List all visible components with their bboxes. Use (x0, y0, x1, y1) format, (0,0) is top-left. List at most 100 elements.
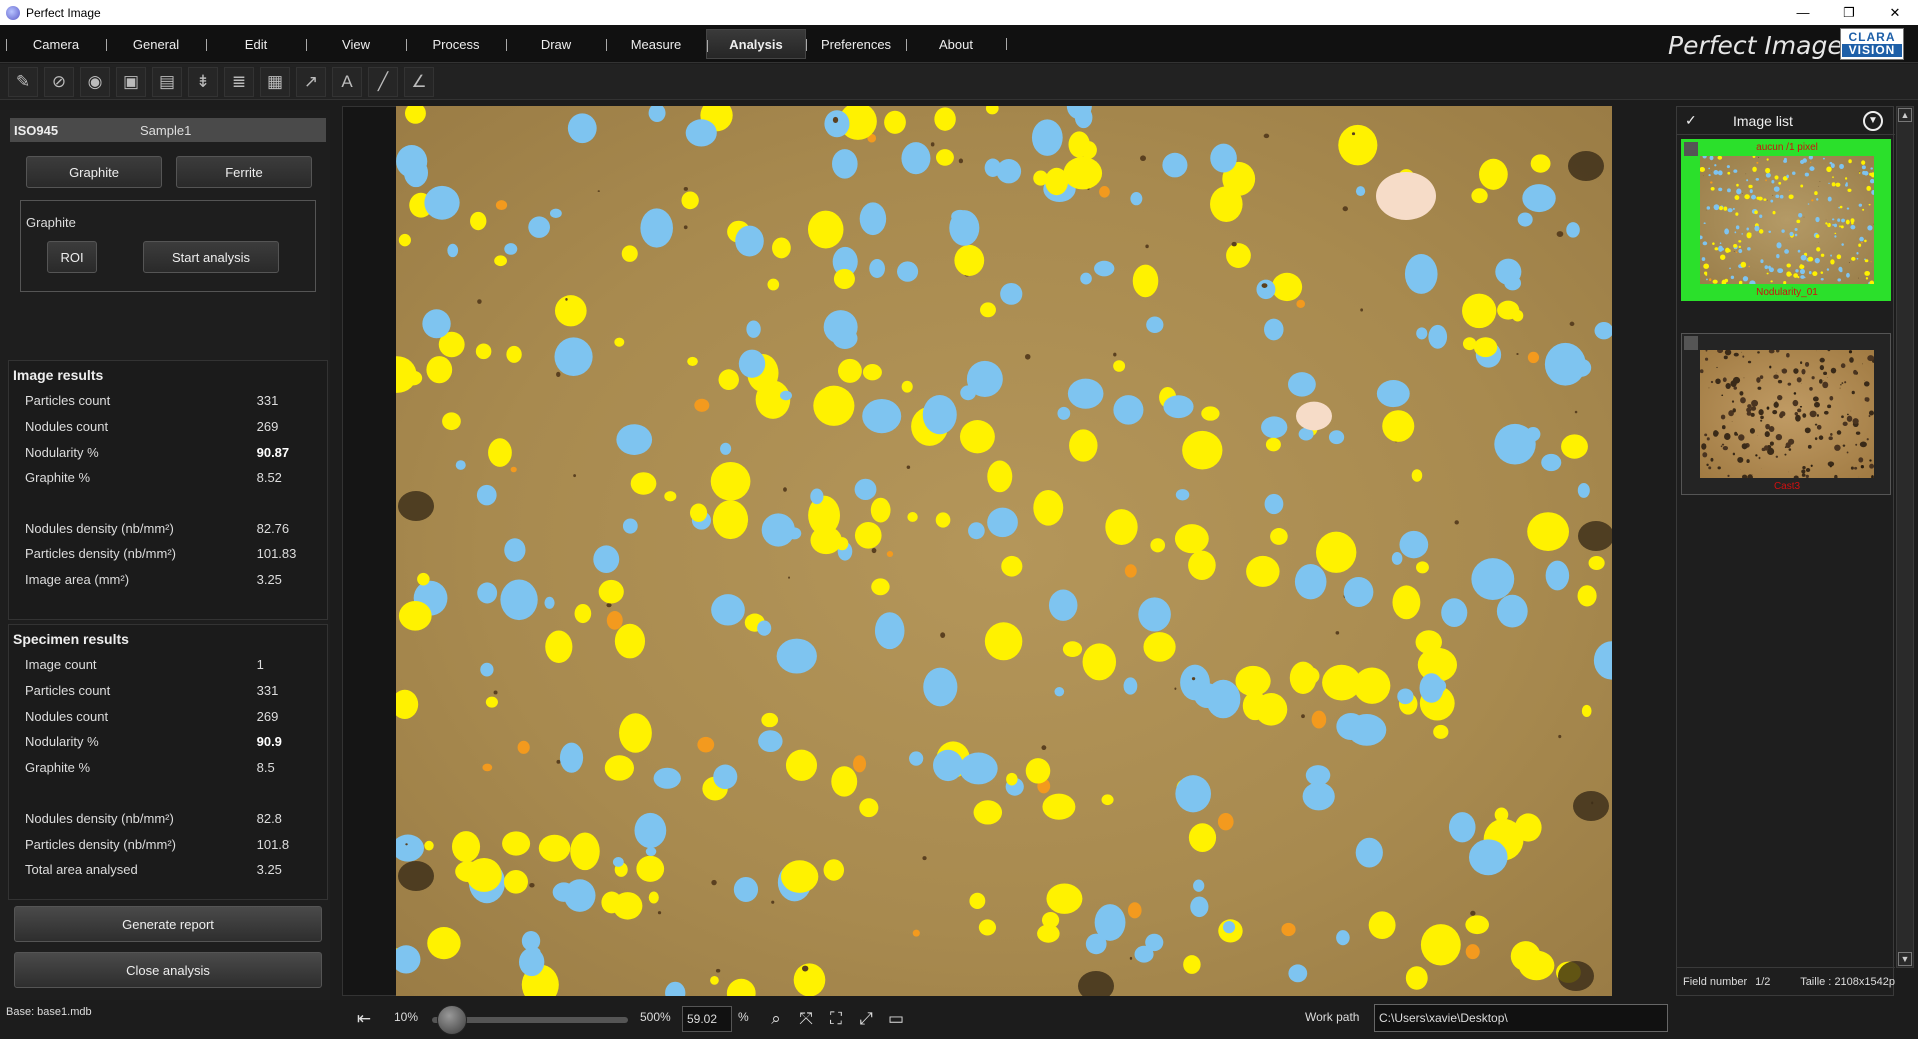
text-icon[interactable]: A (332, 66, 362, 97)
particle (1399, 530, 1429, 559)
start-analysis-button[interactable]: Start analysis (143, 241, 279, 273)
particle (1188, 823, 1217, 852)
particle (712, 500, 749, 540)
camera-icon[interactable]: ◉ (80, 66, 110, 97)
image-list-scrollbar[interactable]: ▲ ▼ (1896, 106, 1914, 968)
generate-report-button[interactable]: Generate report (14, 906, 322, 942)
close-analysis-button[interactable]: Close analysis (14, 952, 322, 988)
particle (1080, 272, 1092, 285)
menu-general[interactable]: General (106, 29, 206, 59)
particle (1862, 208, 1865, 211)
scroll-up-icon[interactable]: ▲ (1898, 108, 1912, 122)
arrow-icon[interactable]: ↗ (296, 66, 326, 97)
specimen-results-section: Specimen results Image count 1 Particles c… (8, 624, 328, 900)
particle (767, 278, 780, 291)
menu-preferences[interactable]: Preferences (806, 29, 906, 59)
result-label: Graphite % (25, 470, 91, 485)
menu-draw[interactable]: Draw (506, 29, 606, 59)
graphite-button[interactable]: Graphite (26, 156, 162, 188)
zoom-input[interactable] (682, 1006, 732, 1032)
particle (1774, 175, 1779, 180)
particle (959, 752, 998, 785)
particle (1724, 350, 1732, 356)
chevron-down-icon[interactable]: ▼ (1863, 110, 1883, 131)
particle (538, 834, 571, 862)
layers-icon[interactable]: ⇟ (188, 66, 218, 97)
stack-icon[interactable]: ≣ (224, 66, 254, 97)
particle (959, 420, 995, 454)
edit-icon[interactable]: ✎ (8, 66, 38, 97)
menu-view[interactable]: View (306, 29, 406, 59)
work-path-input[interactable] (1374, 1004, 1668, 1032)
line-icon[interactable]: ╱ (368, 66, 398, 97)
particle (1766, 406, 1770, 410)
close-window-button[interactable]: ✕ (1872, 0, 1918, 25)
image-results-section: Image results Particles count 331 Nodules … (8, 360, 328, 620)
particle (1846, 451, 1849, 454)
fit-image-icon[interactable]: ⤧ (794, 1006, 818, 1032)
menu-edit[interactable]: Edit (206, 29, 306, 59)
zoom-in-icon[interactable]: ⌕ (764, 1006, 788, 1032)
particle (1797, 249, 1801, 253)
particle (1301, 714, 1305, 719)
thumbnail-nodularity-01[interactable]: aucun /1 pixel Nodularity_01 (1681, 139, 1891, 301)
particle (1578, 521, 1612, 551)
result-value: 8.52 (256, 470, 282, 485)
particle (1850, 466, 1854, 470)
particle (1709, 156, 1714, 161)
camera-off-icon[interactable]: ⊘ (44, 66, 74, 97)
thumbnail-cast3[interactable]: Cast3 (1681, 333, 1891, 495)
particle (1844, 177, 1848, 180)
full-screen-icon[interactable]: ⤢ (854, 1006, 878, 1032)
particle (1593, 641, 1612, 680)
particle (1328, 430, 1345, 445)
menu-process[interactable]: Process (406, 29, 506, 59)
zoom-slider-handle[interactable] (436, 1005, 467, 1035)
particle (1827, 196, 1832, 202)
menu-about[interactable]: About (906, 29, 1006, 59)
particle (1807, 444, 1812, 449)
monitor-icon[interactable]: ▭ (884, 1006, 908, 1032)
particle (1833, 223, 1838, 228)
first-image-icon[interactable]: ⇤ (352, 1006, 376, 1032)
particle (1744, 194, 1750, 200)
micrograph-image[interactable] (396, 106, 1612, 996)
scroll-down-icon[interactable]: ▼ (1898, 952, 1912, 966)
particle (1705, 350, 1708, 352)
menu-analysis[interactable]: Analysis (706, 29, 806, 59)
particle (1132, 264, 1159, 298)
particle (1869, 178, 1874, 184)
ferrite-button[interactable]: Ferrite (176, 156, 312, 188)
particle (710, 461, 751, 501)
gallery-icon[interactable]: ▣ (116, 66, 146, 97)
particle (1353, 667, 1391, 704)
check-icon[interactable]: ✓ (1685, 112, 1733, 129)
menu-measure[interactable]: Measure (606, 29, 706, 59)
particle (1766, 158, 1769, 161)
particle (726, 978, 756, 996)
particle (1756, 377, 1761, 383)
particle (1743, 276, 1746, 278)
minimize-button[interactable]: — (1780, 0, 1826, 25)
restore-button[interactable]: ❐ (1826, 0, 1872, 25)
particle (1544, 342, 1586, 386)
roi-button[interactable]: ROI (47, 241, 97, 273)
particle (1861, 241, 1863, 244)
angle-icon[interactable]: ∠ (404, 66, 434, 97)
particle (1740, 261, 1747, 268)
particle (1733, 251, 1735, 253)
fit-window-icon[interactable]: ⛶ (824, 1006, 848, 1032)
menu-camera[interactable]: Camera (6, 29, 106, 59)
particle (1846, 415, 1853, 422)
particle (510, 466, 517, 473)
grid-add-icon[interactable]: ▦ (260, 66, 290, 97)
save-icon[interactable]: ▤ (152, 66, 182, 97)
particle (984, 158, 1001, 177)
thumbnail-image (1700, 350, 1874, 478)
particle (781, 860, 819, 893)
particle (1057, 406, 1071, 420)
particle (1834, 474, 1838, 478)
particle (1811, 199, 1814, 202)
particle (1772, 194, 1774, 196)
particle (1847, 188, 1852, 193)
